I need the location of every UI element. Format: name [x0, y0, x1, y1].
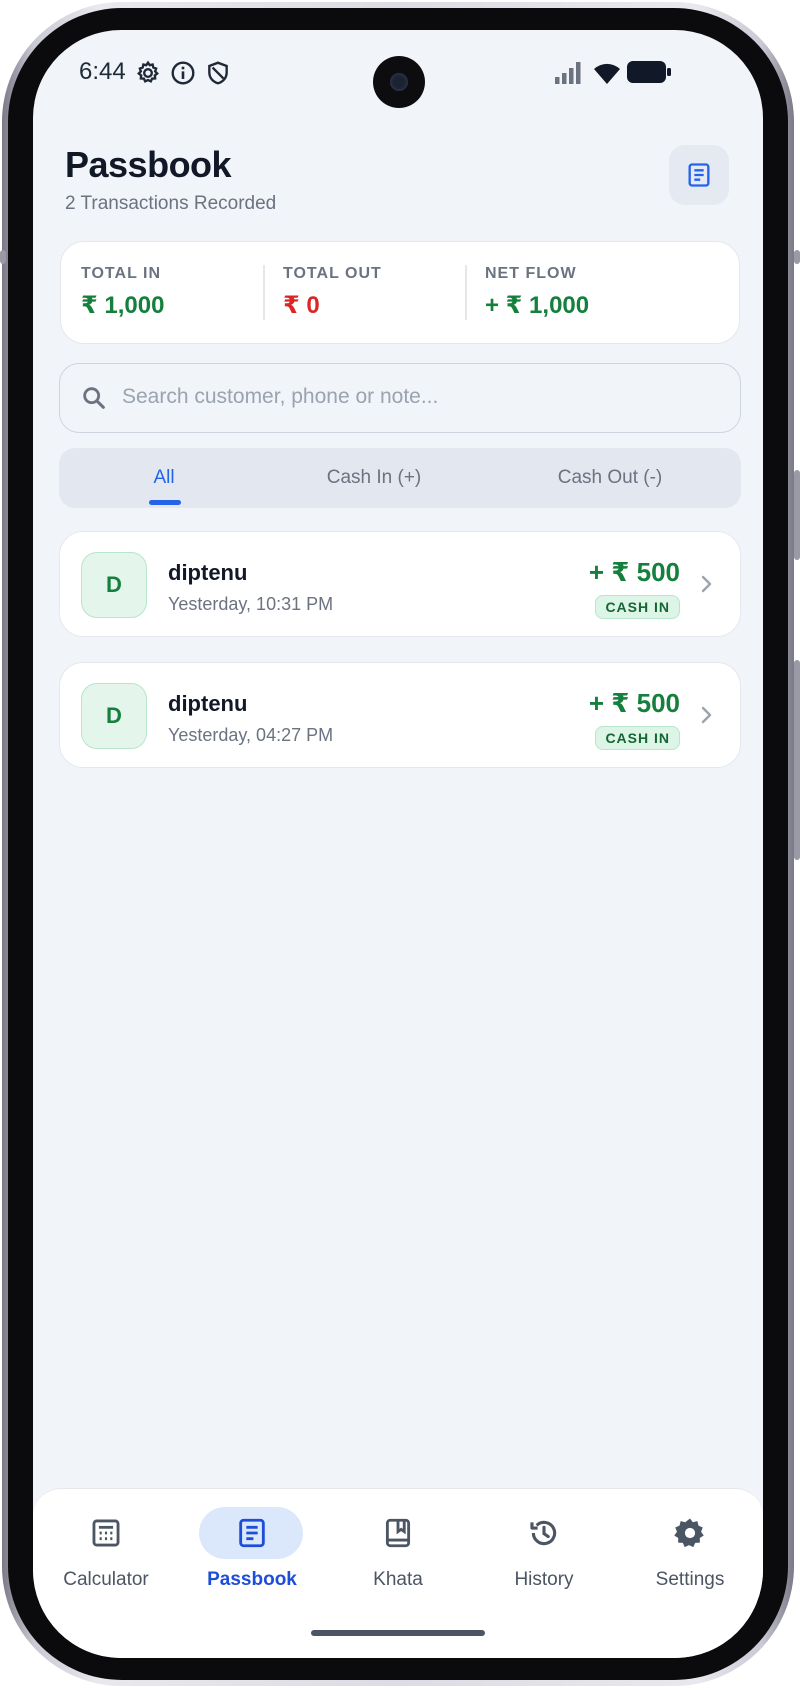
avatar: D: [81, 683, 147, 749]
document-icon: [688, 163, 710, 187]
total-in-value: ₹ 1,000: [81, 292, 165, 319]
avatar: D: [81, 552, 147, 618]
passbook-icon: [239, 1518, 265, 1548]
net-flow-label: NET FLOW: [485, 265, 577, 282]
transaction-count: 2 Transactions Recorded: [65, 193, 277, 214]
nav-label: Passbook: [207, 1569, 297, 1590]
tab-all[interactable]: All: [59, 448, 269, 508]
calculator-icon: [92, 1519, 120, 1547]
history-icon: [530, 1520, 557, 1546]
tab-cash-in[interactable]: Cash In (+): [269, 448, 479, 508]
status-time: 6:44: [79, 58, 126, 85]
divider: [465, 265, 467, 320]
transaction-date: Yesterday, 10:31 PM: [168, 594, 334, 614]
nav-calculator[interactable]: Calculator: [33, 1489, 179, 1609]
active-tab-indicator: [149, 500, 181, 505]
nav-label: Khata: [373, 1569, 423, 1590]
divider: [263, 265, 265, 320]
search-placeholder: Search customer, phone or note...: [122, 385, 439, 408]
summary-card: TOTAL IN ₹ 1,000 TOTAL OUT ₹ 0 NET FLOW …: [60, 241, 740, 344]
nav-label: Settings: [655, 1569, 725, 1590]
transaction-row[interactable]: D diptenu Yesterday, 04:27 PM + ₹ 500 CA…: [59, 662, 741, 768]
nav-label: Calculator: [63, 1569, 149, 1590]
volume-button: [794, 470, 800, 560]
chevron-right-icon: [701, 575, 712, 593]
status-badge: CASH IN: [595, 726, 680, 750]
front-camera: [373, 56, 425, 108]
info-icon: [171, 61, 195, 85]
side-button: [794, 250, 800, 264]
app-screen: 6:44 Passbook 2 Transactions Recorded TO…: [33, 30, 763, 1658]
book-icon: [385, 1518, 411, 1548]
customer-name: diptenu: [168, 691, 248, 716]
page-title: Passbook: [65, 144, 232, 185]
total-out-value: ₹ 0: [283, 292, 320, 319]
transaction-row[interactable]: D diptenu Yesterday, 10:31 PM + ₹ 500 CA…: [59, 531, 741, 637]
signal-icon: [555, 62, 581, 84]
search-icon: [83, 387, 105, 409]
gear-icon: [674, 1518, 704, 1548]
customer-name: diptenu: [168, 560, 248, 585]
nav-passbook[interactable]: Passbook: [179, 1489, 325, 1609]
gear-icon: [137, 60, 159, 83]
chevron-right-icon: [701, 706, 712, 724]
battery-icon: [627, 61, 671, 83]
shield-icon: [208, 61, 228, 85]
total-out-label: TOTAL OUT: [283, 265, 382, 282]
nav-khata[interactable]: Khata: [325, 1489, 471, 1609]
filter-tabs: All Cash In (+) Cash Out (-): [59, 448, 741, 508]
side-button: [0, 250, 6, 264]
status-badge: CASH IN: [595, 595, 680, 619]
nav-settings[interactable]: Settings: [617, 1489, 763, 1609]
transaction-amount: + ₹ 500: [588, 688, 680, 718]
status-bar: 6:44: [33, 30, 763, 120]
home-indicator: [311, 1630, 485, 1636]
search-input[interactable]: Search customer, phone or note...: [59, 363, 741, 433]
report-button[interactable]: [669, 145, 729, 205]
transaction-date: Yesterday, 04:27 PM: [168, 725, 334, 745]
wifi-icon: [594, 63, 620, 84]
nav-label: History: [514, 1569, 574, 1590]
total-in-label: TOTAL IN: [81, 265, 161, 282]
nav-history[interactable]: History: [471, 1489, 617, 1609]
transaction-amount: + ₹ 500: [588, 557, 680, 587]
net-flow-value: + ₹ 1,000: [485, 292, 590, 319]
power-button: [794, 660, 800, 860]
tab-cash-out[interactable]: Cash Out (-): [479, 448, 741, 508]
